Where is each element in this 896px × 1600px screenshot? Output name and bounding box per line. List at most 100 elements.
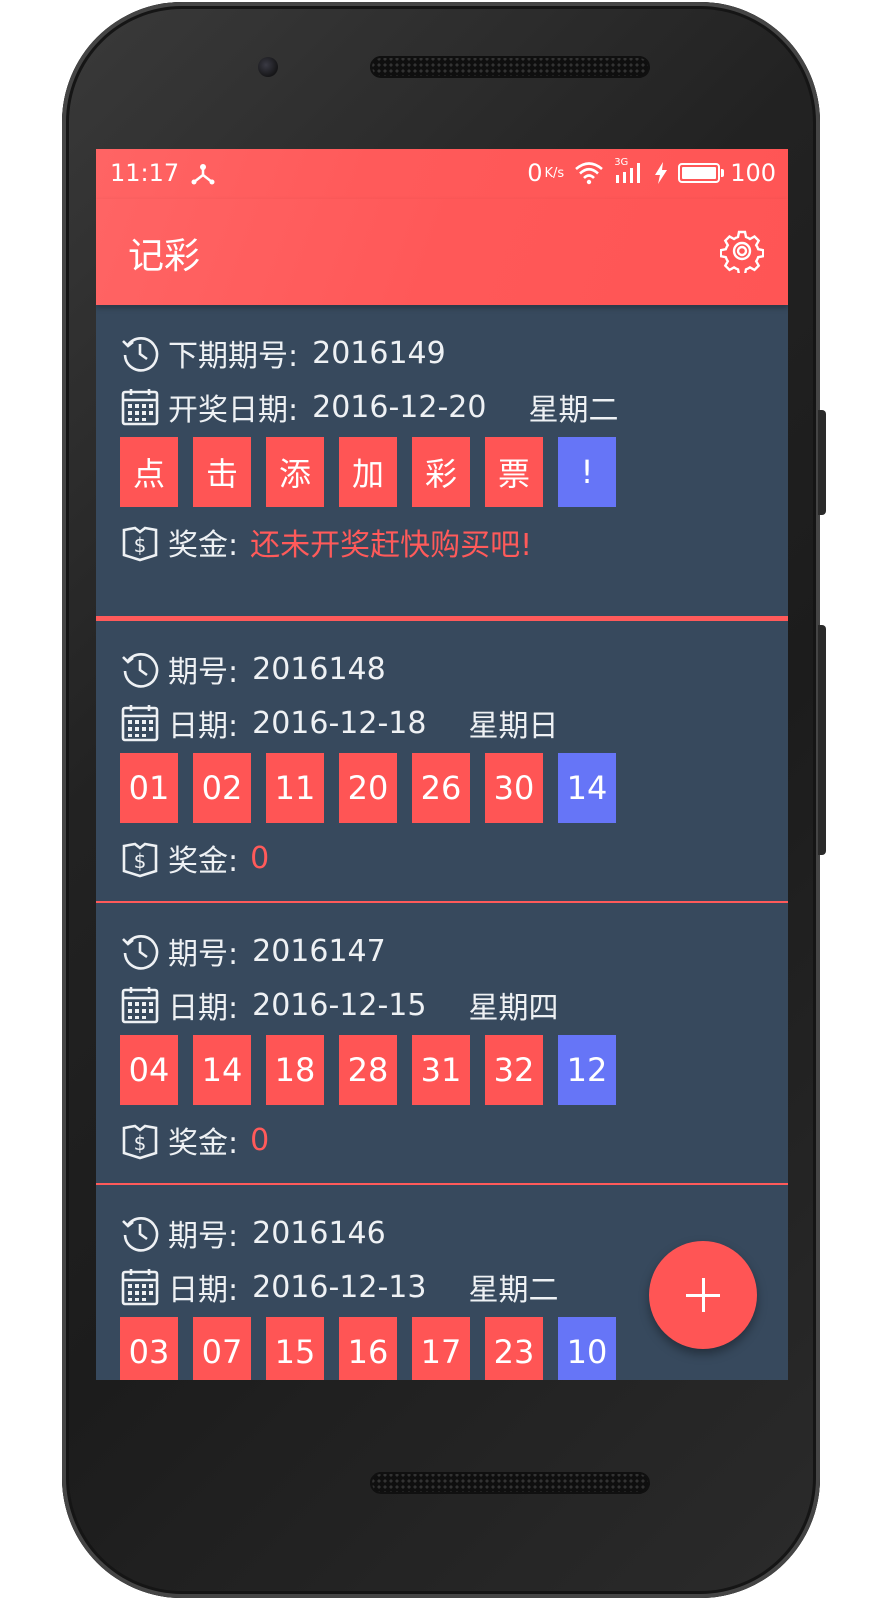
prize-icon: $ <box>120 838 160 878</box>
issue-number: 2016149 <box>312 335 446 371</box>
next-draw-card[interactable]: 下期期号: 2016149 开奖日期: 2016-12-20 星期二 点 击 添… <box>96 305 788 621</box>
prompt-char: 添 <box>266 437 324 507</box>
red-ball: 17 <box>412 1317 470 1380</box>
usb-icon <box>191 163 215 185</box>
red-ball: 01 <box>120 753 178 823</box>
date-row: 开奖日期: 2016-12-20 星期二 <box>120 385 618 429</box>
svg-text:$: $ <box>134 1131 147 1155</box>
red-ball: 04 <box>120 1035 178 1105</box>
prompt-char: 票 <box>485 437 543 507</box>
red-ball: 03 <box>120 1317 178 1380</box>
prize-row: $ 奖金: 0 <box>120 1118 269 1162</box>
blue-ball: 14 <box>558 753 616 823</box>
net-speed: 0 <box>527 159 543 187</box>
red-ball: 02 <box>193 753 251 823</box>
issue-row: 下期期号: 2016149 <box>120 331 446 375</box>
gear-icon[interactable] <box>719 229 765 276</box>
prize-row: $ 奖金: 还未开奖赶快购买吧! <box>120 520 532 564</box>
red-ball: 31 <box>412 1035 470 1105</box>
charging-icon <box>654 161 668 185</box>
power-button <box>818 410 826 515</box>
red-ball: 26 <box>412 753 470 823</box>
add-ticket-button[interactable] <box>649 1241 757 1349</box>
prize-label: 奖金: <box>168 528 239 563</box>
bottom-speaker <box>370 1472 650 1494</box>
draw-card[interactable]: 期号: 2016147 日期: 2016-12-15 星期四 04 14 18 … <box>96 903 788 1185</box>
red-ball: 16 <box>339 1317 397 1380</box>
date-label: 日期: <box>168 709 239 744</box>
history-icon <box>120 649 160 689</box>
net-unit: K/s <box>544 165 565 181</box>
draw-card[interactable]: 期号: 2016148 日期: 2016-12-18 星期日 01 02 11 … <box>96 621 788 903</box>
prize-icon: $ <box>120 522 160 562</box>
red-ball: 11 <box>266 753 324 823</box>
history-icon <box>120 1213 160 1253</box>
issue-number: 2016148 <box>252 651 386 687</box>
prompt-char: 点 <box>120 437 178 507</box>
draw-list: 下期期号: 2016149 开奖日期: 2016-12-20 星期二 点 击 添… <box>96 305 788 1380</box>
red-ball: 30 <box>485 753 543 823</box>
date-label: 日期: <box>168 991 239 1026</box>
date-row: 日期: 2016-12-15 星期四 <box>120 983 558 1027</box>
date-label: 开奖日期: <box>168 393 299 428</box>
prize-amount: 0 <box>250 840 270 876</box>
add-ticket-prompt[interactable]: 点 击 添 加 彩 票 ! <box>120 437 616 507</box>
prompt-char: 加 <box>339 437 397 507</box>
weekday: 星期四 <box>468 991 559 1026</box>
draw-date: 2016-12-20 <box>312 389 487 425</box>
red-ball: 23 <box>485 1317 543 1380</box>
issue-label: 下期期号: <box>168 339 299 374</box>
date-row: 日期: 2016-12-13 星期二 <box>120 1265 558 1309</box>
net-type: 3G <box>614 157 629 168</box>
issue-row: 期号: 2016148 <box>120 647 386 691</box>
status-bar: 11:17 0 K/s 3G 100 <box>96 149 788 199</box>
date-label: 日期: <box>168 1273 239 1308</box>
svg-text:$: $ <box>134 533 147 557</box>
calendar-icon <box>120 985 160 1025</box>
issue-number: 2016147 <box>252 933 386 969</box>
issue-row: 期号: 2016147 <box>120 929 386 973</box>
svg-text:$: $ <box>134 849 147 873</box>
red-ball: 07 <box>193 1317 251 1380</box>
battery-fill <box>682 167 717 179</box>
calendar-icon <box>120 387 160 427</box>
red-ball: 20 <box>339 753 397 823</box>
issue-row: 期号: 2016146 <box>120 1211 386 1255</box>
battery-icon <box>678 163 725 183</box>
prompt-char: 彩 <box>412 437 470 507</box>
prompt-char: 击 <box>193 437 251 507</box>
prize-row: $ 奖金: 0 <box>120 836 269 880</box>
prize-amount: 0 <box>250 1122 270 1158</box>
calendar-icon <box>120 1267 160 1307</box>
issue-label: 期号: <box>168 937 239 972</box>
app-title: 记彩 <box>128 236 201 277</box>
draw-date: 2016-12-18 <box>252 705 427 741</box>
issue-label: 期号: <box>168 655 239 690</box>
ball-row: 04 14 18 28 31 32 12 <box>120 1035 616 1105</box>
weekday: 星期日 <box>468 709 559 744</box>
blue-ball: 12 <box>558 1035 616 1105</box>
prize-text: 还未开奖赶快购买吧! <box>250 528 533 563</box>
app-bar: 记彩 <box>96 199 788 305</box>
screen: 11:17 0 K/s 3G 100 记彩 下期期号: 2016149 开奖日期… <box>96 149 788 1380</box>
red-ball: 15 <box>266 1317 324 1380</box>
ball-row: 01 02 11 20 26 30 14 <box>120 753 616 823</box>
ball-row: 03 07 15 16 17 23 10 <box>120 1317 616 1380</box>
draw-date: 2016-12-15 <box>252 987 427 1023</box>
history-icon <box>120 333 160 373</box>
status-time: 11:17 <box>110 159 180 187</box>
issue-label: 期号: <box>168 1219 239 1254</box>
red-ball: 32 <box>485 1035 543 1105</box>
prize-label: 奖金: <box>168 844 239 879</box>
signal-icon: 3G <box>614 157 644 185</box>
issue-number: 2016146 <box>252 1215 386 1251</box>
red-ball: 28 <box>339 1035 397 1105</box>
front-camera <box>258 57 278 77</box>
history-icon <box>120 931 160 971</box>
battery-level: 100 <box>730 159 776 187</box>
plus-icon <box>686 1278 720 1312</box>
red-ball: 18 <box>266 1035 324 1105</box>
blue-ball: 10 <box>558 1317 616 1380</box>
prompt-blue: ! <box>558 437 616 507</box>
wifi-icon <box>574 161 604 185</box>
